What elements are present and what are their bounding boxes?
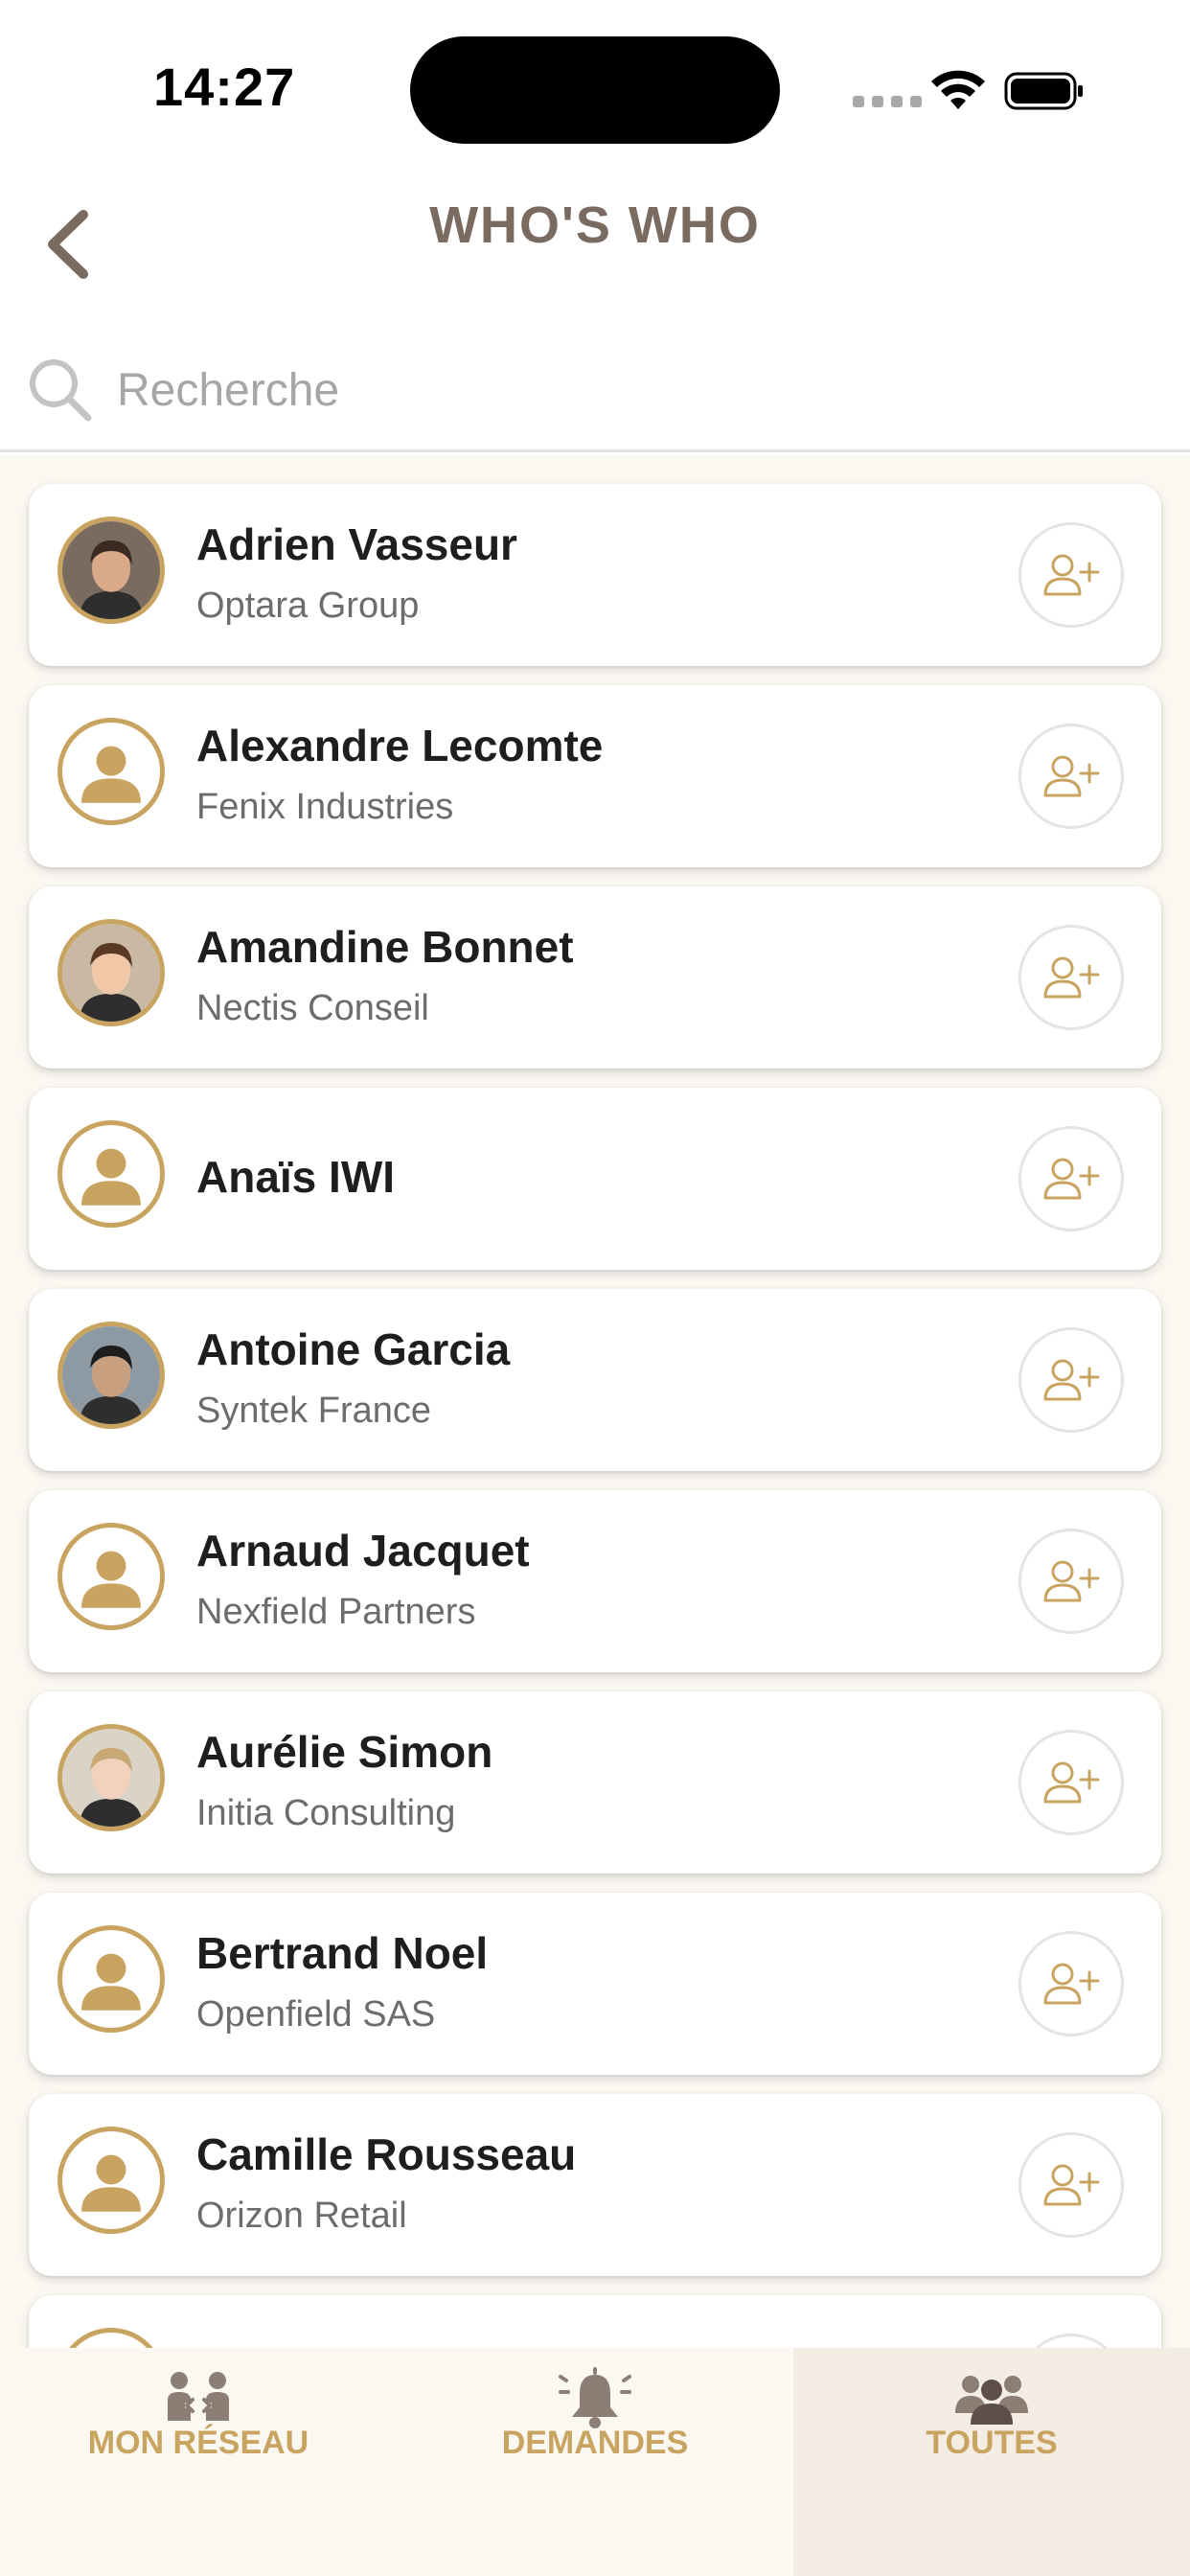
tab-toutes[interactable]: TOUTES <box>793 2348 1190 2576</box>
contact-card[interactable]: Antoine Garcia Syntek France <box>29 1289 1161 1471</box>
user-placeholder-icon <box>81 2154 141 2212</box>
profile-photo <box>62 1326 160 1424</box>
whos-who-screen: 14:27 WHO'S WHO Recherche Adrien Vasseur… <box>0 0 1190 2576</box>
user-placeholder-icon <box>81 1148 141 1206</box>
tab-demandes[interactable]: DEMANDES <box>397 2348 793 2576</box>
contact-card[interactable]: Alexandre Lecomte Fenix Industries <box>29 685 1161 867</box>
contact-company: Nectis Conseil <box>196 988 429 1028</box>
tab-label: TOUTES <box>926 2425 1058 2461</box>
user-placeholder-icon <box>81 746 141 803</box>
cellular-signal-icon <box>853 96 922 107</box>
wifi-icon <box>931 70 985 109</box>
add-contact-button[interactable] <box>1018 2334 1124 2348</box>
battery-icon <box>1004 72 1083 110</box>
add-contact-button[interactable] <box>1018 522 1124 628</box>
profile-photo <box>62 1729 160 1827</box>
add-contact-button[interactable] <box>1018 1529 1124 1634</box>
contact-name: Antoine Garcia <box>196 1324 511 1374</box>
avatar <box>57 1925 165 2033</box>
contact-name: Camille Rousseau <box>196 2129 577 2179</box>
add-user-icon <box>1043 1963 1100 2005</box>
dynamic-island <box>410 36 780 144</box>
bottom-tab-bar: MON RÉSEAU DEMANDES TOUTES <box>0 2348 1190 2576</box>
add-user-icon <box>1043 956 1100 999</box>
avatar <box>57 1120 165 1228</box>
add-user-icon <box>1043 2164 1100 2206</box>
add-user-icon <box>1043 554 1100 596</box>
contact-card[interactable]: Adrien Vasseur Optara Group <box>29 484 1161 666</box>
contact-name: Aurélie Simon <box>196 1727 493 1777</box>
tab-label: MON RÉSEAU <box>87 2425 309 2461</box>
profile-photo <box>62 521 160 619</box>
tab-label: DEMANDES <box>501 2425 689 2461</box>
contact-card[interactable]: Bertrand Noel Openfield SAS <box>29 1893 1161 2075</box>
search-bar <box>0 326 1190 452</box>
add-user-icon <box>1043 1560 1100 1602</box>
avatar <box>57 1523 165 1630</box>
contact-card[interactable]: Arnaud Jacquet Nexfield Partners <box>29 1490 1161 1672</box>
avatar <box>57 718 165 825</box>
contact-company: Fenix Industries <box>196 787 454 827</box>
user-placeholder-icon <box>81 1953 141 2011</box>
contact-card[interactable]: Camille Rousseau Orizon Retail <box>29 2094 1161 2276</box>
user-placeholder-icon <box>62 2333 160 2348</box>
contact-company: Initia Consulting <box>196 1793 456 1833</box>
page-title: WHO'S WHO <box>429 196 761 254</box>
add-user-icon <box>1043 1158 1100 1200</box>
add-contact-button[interactable] <box>1018 2132 1124 2238</box>
contact-card[interactable]: Amandine Bonnet Nectis Conseil <box>29 886 1161 1069</box>
status-time: 14:27 <box>153 57 296 117</box>
contact-company: Optara Group <box>196 586 420 626</box>
contact-company: Syntek France <box>196 1391 431 1431</box>
contact-company: Openfield SAS <box>196 1994 436 2035</box>
status-bar: 14:27 <box>0 0 1190 172</box>
search-input[interactable] <box>117 347 1152 433</box>
navigation-header: WHO'S WHO <box>0 172 1190 316</box>
add-contact-button[interactable] <box>1018 1730 1124 1835</box>
add-contact-button[interactable] <box>1018 1126 1124 1231</box>
contact-company: Nexfield Partners <box>196 1592 476 1632</box>
search-icon <box>30 359 92 422</box>
user-placeholder-icon <box>81 1551 141 1608</box>
contact-name: Anaïs IWI <box>196 1152 396 1202</box>
add-user-icon <box>1043 1761 1100 1804</box>
contact-name: Adrien Vasseur <box>196 519 517 569</box>
contact-company: Orizon Retail <box>196 2196 407 2236</box>
contact-card[interactable]: Cédric Morin <box>29 2295 1161 2348</box>
avatar <box>57 2127 165 2234</box>
add-user-icon <box>1043 755 1100 797</box>
profile-photo <box>62 924 160 1022</box>
add-contact-button[interactable] <box>1018 1327 1124 1433</box>
avatar <box>57 517 165 624</box>
tab-mon-reseau[interactable]: MON RÉSEAU <box>0 2348 397 2576</box>
add-contact-button[interactable] <box>1018 1931 1124 2036</box>
contact-list: Adrien Vasseur Optara Group Alexandre Lec… <box>0 455 1190 2348</box>
contact-name: Bertrand Noel <box>196 1928 489 1978</box>
avatar <box>57 1322 165 1429</box>
avatar <box>57 1724 165 1831</box>
contact-card[interactable]: Anaïs IWI <box>29 1088 1161 1270</box>
contact-name: Amandine Bonnet <box>196 922 574 972</box>
contact-card[interactable]: Aurélie Simon Initia Consulting <box>29 1691 1161 1874</box>
avatar <box>57 2328 165 2348</box>
contact-name: Alexandre Lecomte <box>196 721 604 770</box>
add-contact-button[interactable] <box>1018 925 1124 1030</box>
contact-name: Arnaud Jacquet <box>196 1526 530 1576</box>
avatar <box>57 919 165 1026</box>
add-user-icon <box>1043 1359 1100 1401</box>
add-contact-button[interactable] <box>1018 724 1124 829</box>
